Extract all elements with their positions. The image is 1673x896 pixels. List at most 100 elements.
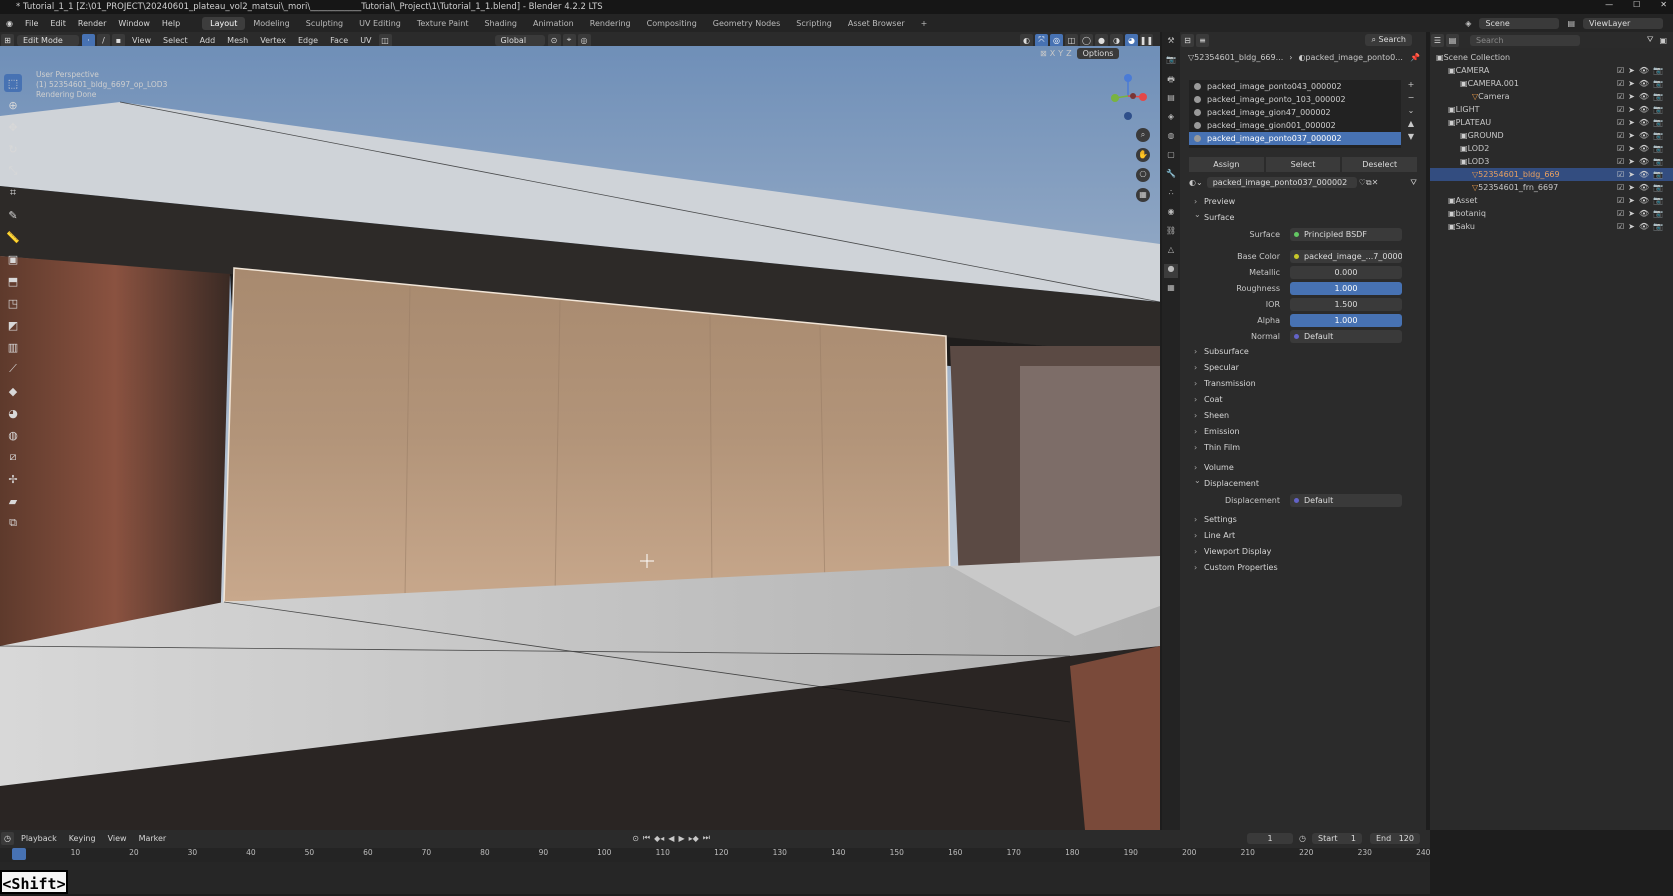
camera-render-icon[interactable]: 📷: [1653, 66, 1663, 75]
move-slot-up-icon[interactable]: ▲: [1404, 119, 1418, 132]
render-props-icon[interactable]: 📷: [1164, 55, 1178, 69]
pivot-icon[interactable]: ⊙: [547, 33, 561, 47]
inset-tool-icon[interactable]: ◳: [4, 294, 22, 312]
line-art-panel[interactable]: Line Art: [1186, 528, 1422, 544]
data-props-icon[interactable]: △: [1164, 245, 1178, 259]
world-props-icon[interactable]: ◍: [1164, 131, 1178, 145]
physics-props-icon[interactable]: ◉: [1164, 207, 1178, 221]
breadcrumb-object[interactable]: 52354601_bldg_669...: [1194, 53, 1283, 62]
tab-asset-browser[interactable]: Asset Browser: [840, 17, 913, 30]
face-select-icon[interactable]: ▪: [112, 33, 125, 47]
properties-search-input[interactable]: ⌕ Search: [1365, 34, 1412, 46]
shading-wireframe-icon[interactable]: ◯: [1080, 33, 1093, 47]
menu-playback[interactable]: Playback: [15, 834, 63, 843]
menu-edge[interactable]: Edge: [292, 36, 324, 45]
outliner-item[interactable]: ▣ PLATEAU ☑ ➤ 👁 📷: [1430, 116, 1673, 129]
tab-layout[interactable]: Layout: [202, 16, 246, 30]
volume-panel[interactable]: Volume: [1186, 460, 1422, 476]
outliner-item[interactable]: ▣ GROUND ☑ ➤ 👁 📷: [1430, 129, 1673, 142]
timeline-editor-type-icon[interactable]: ◷: [1, 831, 14, 845]
end-frame-field[interactable]: End 120: [1370, 832, 1420, 844]
poly-build-tool-icon[interactable]: ◆: [4, 382, 22, 400]
orientation-selector[interactable]: Global: [494, 34, 545, 46]
assign-button[interactable]: Assign: [1189, 157, 1264, 172]
exclude-checkbox-icon[interactable]: ☑: [1617, 183, 1624, 192]
exclude-checkbox-icon[interactable]: ☑: [1617, 131, 1624, 140]
new-collection-icon[interactable]: ▣: [1659, 36, 1673, 45]
timeline-ruler[interactable]: 1102030405060708090100110120130140150160…: [0, 848, 1430, 862]
outliner-item[interactable]: ▣ Scene Collection: [1430, 51, 1673, 64]
emission-panel[interactable]: Emission: [1186, 424, 1422, 440]
zoom-icon[interactable]: ⌕: [1136, 128, 1150, 142]
outliner-item[interactable]: ▣ Asset ☑ ➤ 👁 📷: [1430, 194, 1673, 207]
add-slot-icon[interactable]: +: [1404, 80, 1418, 93]
select-arrow-icon[interactable]: ➤: [1628, 66, 1635, 75]
outliner-item[interactable]: ▣ CAMERA ☑ ➤ 👁 📷: [1430, 64, 1673, 77]
xray-toggle-icon[interactable]: ◫: [1065, 33, 1078, 47]
properties-editor-type-icon[interactable]: ⊟: [1181, 33, 1194, 47]
tab-texture-paint[interactable]: Texture Paint: [409, 17, 477, 30]
outliner-item[interactable]: ▽ 52354601_bldg_669 ☑ ➤ 👁 📷: [1430, 168, 1673, 181]
camera-render-icon[interactable]: 📷: [1653, 92, 1663, 101]
annotate-tool-icon[interactable]: ✎: [4, 206, 22, 224]
bevel-tool-icon[interactable]: ◩: [4, 316, 22, 334]
eye-icon[interactable]: 👁: [1639, 131, 1649, 140]
exclude-checkbox-icon[interactable]: ☑: [1617, 157, 1624, 166]
exclude-checkbox-icon[interactable]: ☑: [1617, 144, 1624, 153]
properties-menu-icon[interactable]: ≡: [1196, 33, 1209, 47]
shear-tool-icon[interactable]: ▰: [4, 492, 22, 510]
outliner-item[interactable]: ▣ CAMERA.001 ☑ ➤ 👁 📷: [1430, 77, 1673, 90]
camera-render-icon[interactable]: 📷: [1653, 183, 1663, 192]
eye-icon[interactable]: 👁: [1639, 105, 1649, 114]
camera-render-icon[interactable]: 📷: [1653, 196, 1663, 205]
fake-user-icon[interactable]: ♡: [1359, 178, 1366, 187]
displacement-field[interactable]: Default: [1290, 493, 1402, 507]
scene-selector[interactable]: Scene: [1479, 17, 1560, 29]
thin-film-panel[interactable]: Thin Film: [1186, 440, 1422, 456]
select-arrow-icon[interactable]: ➤: [1628, 157, 1635, 166]
exclude-checkbox-icon[interactable]: ☑: [1617, 66, 1624, 75]
edge-slide-tool-icon[interactable]: ⧄: [4, 448, 22, 466]
pause-render-icon[interactable]: ❚❚: [1140, 33, 1153, 47]
camera-render-icon[interactable]: 📷: [1653, 118, 1663, 127]
roughness-field[interactable]: 1.000: [1290, 281, 1402, 295]
exclude-checkbox-icon[interactable]: ☑: [1617, 118, 1624, 127]
view-layer-props-icon[interactable]: ▤: [1164, 93, 1178, 107]
material-slot[interactable]: packed_image_gion47_000002: [1189, 106, 1401, 119]
exclude-checkbox-icon[interactable]: ☑: [1617, 92, 1624, 101]
shading-solid-icon[interactable]: ●: [1095, 33, 1108, 47]
playhead[interactable]: [12, 848, 26, 860]
menu-vertex[interactable]: Vertex: [254, 36, 292, 45]
select-arrow-icon[interactable]: ➤: [1628, 196, 1635, 205]
camera-render-icon[interactable]: 📷: [1653, 170, 1663, 179]
particles-props-icon[interactable]: ∴: [1164, 188, 1178, 202]
preview-panel[interactable]: Preview: [1186, 194, 1422, 210]
menu-render[interactable]: Render: [72, 19, 112, 28]
subsurface-panel[interactable]: Subsurface: [1186, 344, 1422, 360]
transform-tool-icon[interactable]: ⌗: [4, 184, 22, 202]
tab-animation[interactable]: Animation: [525, 17, 582, 30]
settings-panel[interactable]: Settings: [1186, 512, 1422, 528]
normal-field[interactable]: Default: [1290, 329, 1402, 343]
camera-view-icon[interactable]: ⎔: [1136, 168, 1150, 182]
add-cube-tool-icon[interactable]: ▣: [4, 250, 22, 268]
xray-icon[interactable]: ◫: [378, 33, 392, 47]
editor-type-icon[interactable]: ⊞: [1, 33, 14, 47]
pin-icon[interactable]: 📌: [1410, 53, 1426, 62]
material-slot-selected[interactable]: packed_image_ponto037_000002: [1189, 132, 1401, 145]
material-props-icon[interactable]: ●: [1164, 264, 1178, 278]
spin-tool-icon[interactable]: ◕: [4, 404, 22, 422]
eye-icon[interactable]: 👁: [1639, 170, 1649, 179]
outliner-item[interactable]: ▣ botaniq ☑ ➤ 👁 📷: [1430, 207, 1673, 220]
outliner-item[interactable]: ▣ LOD2 ☑ ➤ 👁 📷: [1430, 142, 1673, 155]
start-frame-field[interactable]: Start 1: [1312, 832, 1362, 844]
tool-props-icon[interactable]: ⚒: [1164, 36, 1178, 50]
select-arrow-icon[interactable]: ➤: [1628, 170, 1635, 179]
cursor-tool-icon[interactable]: ⊕: [4, 96, 22, 114]
coat-panel[interactable]: Coat: [1186, 392, 1422, 408]
menu-keying[interactable]: Keying: [63, 834, 102, 843]
exclude-checkbox-icon[interactable]: ☑: [1617, 105, 1624, 114]
extrude-tool-icon[interactable]: ⬒: [4, 272, 22, 290]
eye-icon[interactable]: 👁: [1639, 92, 1649, 101]
vertex-select-icon[interactable]: ·: [82, 33, 95, 47]
